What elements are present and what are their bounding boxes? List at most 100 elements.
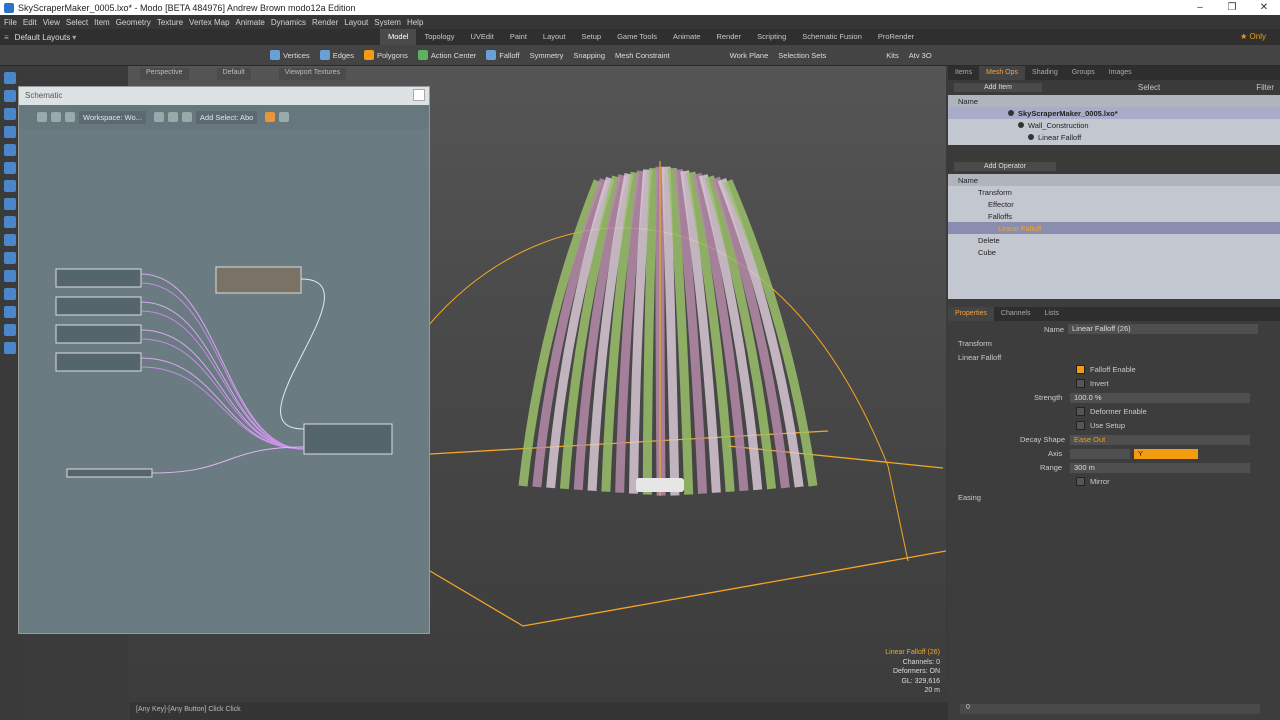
menu-item-geometry[interactable]: Geometry xyxy=(116,18,151,27)
menu-item-texture[interactable]: Texture xyxy=(157,18,183,27)
item-row[interactable]: Wall_Construction xyxy=(948,119,1280,131)
menu-item-animate[interactable]: Animate xyxy=(236,18,265,27)
viewport-tab[interactable]: Perspective xyxy=(140,68,189,80)
only-label[interactable]: ★ Only xyxy=(1240,32,1266,41)
linear-falloff-section[interactable]: Linear Falloff xyxy=(958,351,1001,363)
schematic-node[interactable] xyxy=(303,423,393,455)
tab-schematic-fusion[interactable]: Schematic Fusion xyxy=(794,29,870,45)
grid-icon[interactable] xyxy=(153,112,164,122)
tool-icon[interactable] xyxy=(4,252,16,264)
arrow-left-icon[interactable] xyxy=(167,112,178,122)
close-icon[interactable]: ✕ xyxy=(1248,2,1280,13)
schematic-tool-icon[interactable] xyxy=(37,112,47,122)
select-button[interactable]: Select xyxy=(1138,83,1160,92)
tool-icon[interactable] xyxy=(4,108,16,120)
selection-sets-button[interactable]: Selection Sets xyxy=(778,51,826,60)
schematic-tool-icon[interactable] xyxy=(51,112,61,122)
tab-items[interactable]: Items xyxy=(948,66,979,80)
mirror-checkbox[interactable] xyxy=(1076,477,1085,486)
menu-item-item[interactable]: Item xyxy=(94,18,110,27)
symmetry-button[interactable]: Symmetry xyxy=(530,51,564,60)
workspace-dropdown[interactable]: Workspace: Wo... xyxy=(79,110,146,124)
menu-item-file[interactable]: File xyxy=(4,18,17,27)
menu-item-system[interactable]: System xyxy=(374,18,401,27)
hamburger-icon[interactable]: ≡ xyxy=(4,33,9,42)
tab-mesh-ops[interactable]: Mesh Ops xyxy=(979,66,1026,80)
menu-item-edit[interactable]: Edit xyxy=(23,18,37,27)
maximize-icon[interactable]: ❐ xyxy=(1216,2,1248,13)
tab-game-tools[interactable]: Game Tools xyxy=(609,29,665,45)
filter-button[interactable]: Filter xyxy=(1256,83,1274,92)
pin-icon[interactable] xyxy=(265,112,276,122)
tool-icon[interactable] xyxy=(4,306,16,318)
eye-icon[interactable] xyxy=(1028,134,1034,140)
menu-item-dynamics[interactable]: Dynamics xyxy=(271,18,306,27)
tool-icon[interactable] xyxy=(4,216,16,228)
item-row[interactable]: SkyScraperMaker_0005.lxo* xyxy=(948,107,1280,119)
tool-icon[interactable] xyxy=(4,342,16,354)
tool-icon[interactable] xyxy=(4,288,16,300)
atv-dropdown[interactable]: Atv 3O xyxy=(909,51,932,60)
tab-channels[interactable]: Channels xyxy=(994,307,1038,321)
tab-uvedit[interactable]: UVEdit xyxy=(462,29,501,45)
deformer-enable-checkbox[interactable] xyxy=(1076,407,1085,416)
tab-scripting[interactable]: Scripting xyxy=(749,29,794,45)
snapping-button[interactable]: Snapping xyxy=(573,51,605,60)
tool-icon[interactable] xyxy=(4,144,16,156)
schematic-node[interactable] xyxy=(55,352,142,372)
tab-prorender[interactable]: ProRender xyxy=(870,29,922,45)
tab-paint[interactable]: Paint xyxy=(502,29,535,45)
tab-setup[interactable]: Setup xyxy=(573,29,609,45)
tab-properties[interactable]: Properties xyxy=(948,307,994,321)
tool-icon[interactable] xyxy=(4,234,16,246)
menu-item-vertex-map[interactable]: Vertex Map xyxy=(189,18,229,27)
eye-icon[interactable] xyxy=(1018,122,1024,128)
operator-row[interactable]: Falloffs xyxy=(948,210,1280,222)
tab-layout[interactable]: Layout xyxy=(535,29,574,45)
tab-groups[interactable]: Groups xyxy=(1065,66,1102,80)
bottom-field[interactable]: 0 xyxy=(960,704,1260,714)
strength-field[interactable]: 100.0 % xyxy=(1070,393,1250,403)
schematic-node[interactable] xyxy=(215,266,302,294)
polygons-button[interactable]: Polygons xyxy=(363,50,408,60)
range-field[interactable]: 300 m xyxy=(1070,463,1250,473)
operator-row[interactable]: Effector xyxy=(948,198,1280,210)
layouts-dropdown[interactable]: Default Layouts xyxy=(15,33,71,42)
item-row[interactable]: Linear Falloff xyxy=(948,131,1280,143)
use-setup-checkbox[interactable] xyxy=(1076,421,1085,430)
axis-y-button[interactable]: Y xyxy=(1134,449,1198,459)
menu-item-select[interactable]: Select xyxy=(66,18,88,27)
tool-icon[interactable] xyxy=(4,270,16,282)
eye-icon[interactable] xyxy=(1008,110,1014,116)
tool-icon[interactable] xyxy=(4,126,16,138)
tab-render[interactable]: Render xyxy=(708,29,749,45)
tab-topology[interactable]: Topology xyxy=(416,29,462,45)
falloff-enable-checkbox[interactable] xyxy=(1076,365,1085,374)
tool-icon[interactable] xyxy=(4,198,16,210)
add-select-dropdown[interactable]: Add Select: Abo xyxy=(195,110,258,124)
easing-section[interactable]: Easing xyxy=(958,491,981,503)
tool-icon[interactable] xyxy=(4,324,16,336)
settings-icon[interactable] xyxy=(279,112,290,122)
edges-button[interactable]: Edges xyxy=(319,50,354,60)
schematic-window[interactable]: Schematic Workspace: Wo... Add Select: A… xyxy=(18,86,430,634)
add-item-dropdown[interactable]: Add Item xyxy=(954,83,1043,92)
menu-item-render[interactable]: Render xyxy=(312,18,338,27)
tab-model[interactable]: Model xyxy=(380,29,417,45)
invert-checkbox[interactable] xyxy=(1076,379,1085,388)
schematic-node[interactable] xyxy=(55,324,142,344)
menu-item-view[interactable]: View xyxy=(43,18,60,27)
kits-button[interactable]: Kits xyxy=(886,51,899,60)
action-center-button[interactable]: Action Center xyxy=(417,50,476,60)
menu-item-layout[interactable]: Layout xyxy=(344,18,368,27)
tool-icon[interactable] xyxy=(4,72,16,84)
add-operator-dropdown[interactable]: Add Operator xyxy=(954,162,1057,171)
operator-row[interactable]: Cube xyxy=(948,246,1280,258)
schematic-node[interactable] xyxy=(66,468,153,478)
operator-row[interactable]: Transform xyxy=(948,186,1280,198)
axis-field[interactable] xyxy=(1070,449,1130,459)
tab-images[interactable]: Images xyxy=(1102,66,1139,80)
transform-section[interactable]: Transform xyxy=(958,337,992,349)
viewport-tab[interactable]: Viewport Textures xyxy=(278,68,347,80)
name-field[interactable]: Linear Falloff (26) xyxy=(1068,324,1258,334)
